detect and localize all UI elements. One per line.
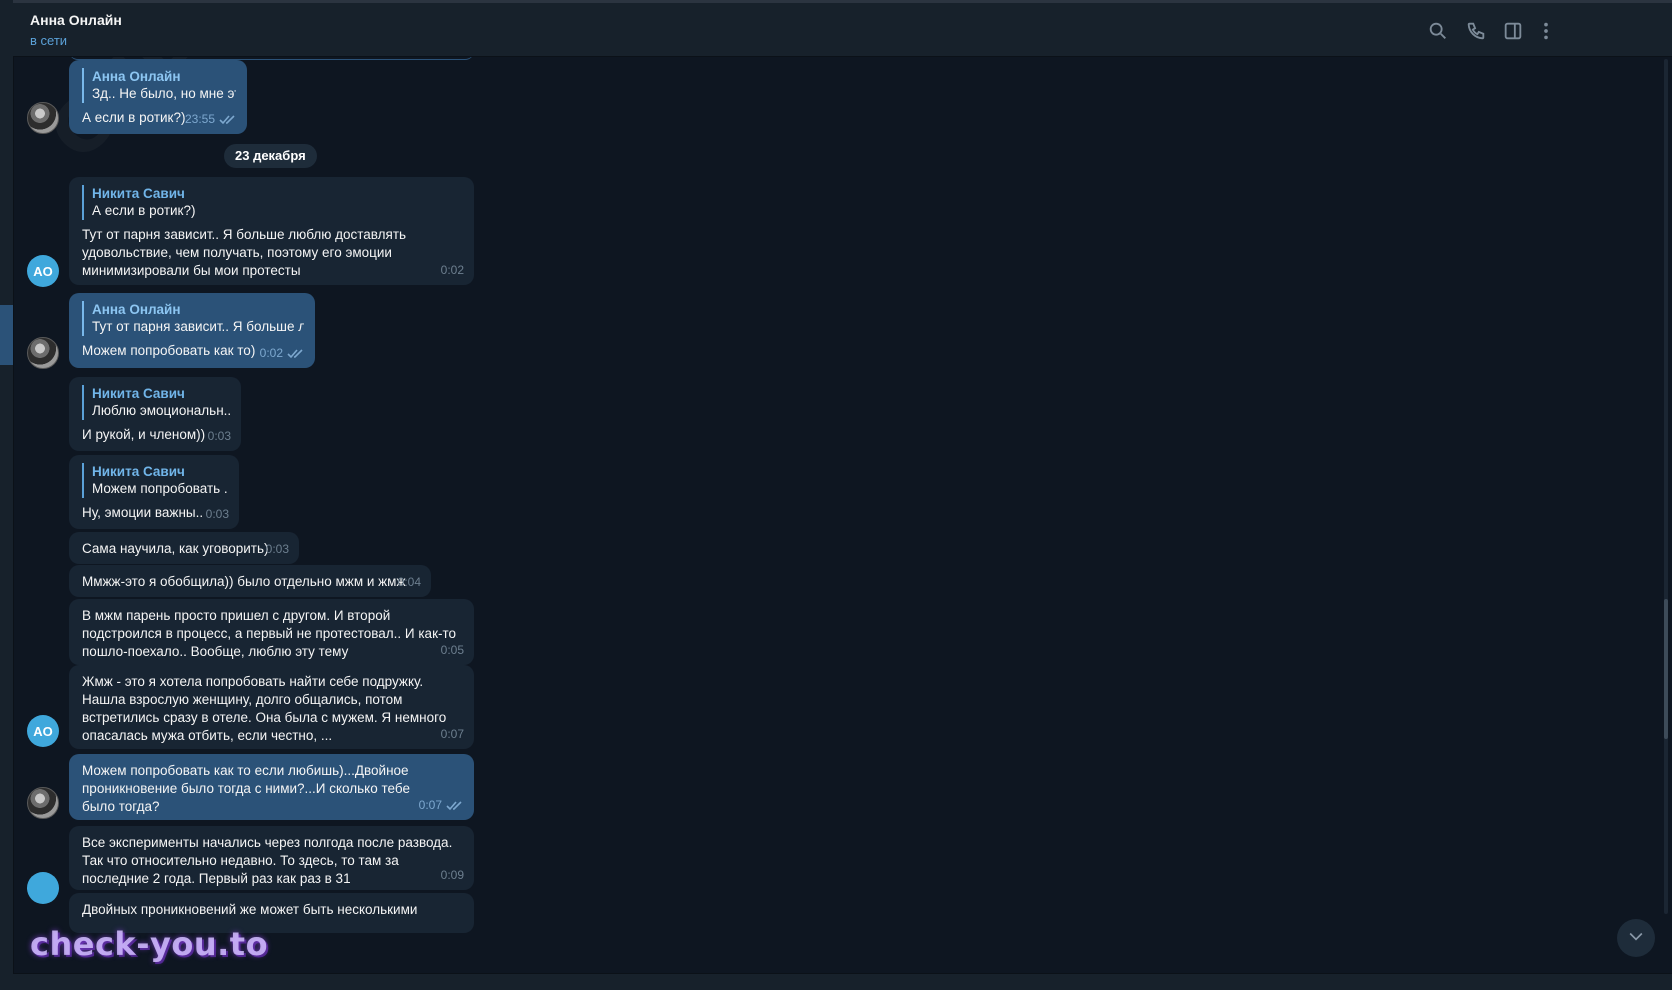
phone-icon[interactable] [1465,20,1487,42]
message-bubble[interactable]: Никита Савич Люблю эмоциональн... И руко… [69,377,241,451]
message-time: 0:03 [205,507,229,521]
message-bubble[interactable]: В мжм парень просто пришел с другом. И в… [69,599,474,665]
message-bubble[interactable]: Никита Савич А если в ротик?) Тут от пар… [69,177,474,285]
message-time: 0:04 [397,575,421,589]
reply-quote[interactable]: Анна Онлайн Зд.. Не было, но мне эт... [82,68,236,103]
chat-list-edge[interactable] [0,0,14,990]
message-bubble[interactable]: Анна Онлайн Зд.. Не было, но мне эт... А… [69,60,247,134]
reply-text: Зд.. Не было, но мне эт... [92,86,236,101]
message-time: 0:05 [440,643,464,657]
message-bubble[interactable]: Жмж - это я хотела попробовать найти себ… [69,665,474,749]
message-time: 23:55 [184,112,215,126]
reply-quote[interactable]: Анна Онлайн Тут от парня зависит.. Я бол… [82,301,304,336]
double-check-icon [219,114,237,125]
double-check-icon [287,348,305,359]
chat-window: Анна Онлайн в сети CHECK-YOU.ME Анна Онл… [0,0,1672,990]
double-check-icon [446,800,464,811]
message-bubble[interactable]: Ммжж-это я обобщила)) было отдельно мжм … [69,565,431,597]
scrollbar-thumb[interactable] [1664,599,1668,739]
chevron-down-icon [1626,926,1646,951]
chat-header: Анна Онлайн в сети [13,0,1672,57]
message-bubble[interactable]: Все эксперименты начались через полгода … [69,826,474,890]
message-text: Все эксперименты начались через полгода … [82,835,457,886]
message-time: 0:03 [265,542,289,556]
message-text: Двойных проникновений же может быть неск… [82,902,418,917]
message-text: В мжм парень просто пришел с другом. И в… [82,608,460,659]
message-text: Жмж - это я хотела попробовать найти себ… [82,674,451,743]
message-input-bar[interactable] [13,973,1672,990]
message-bubble[interactable]: Никита Савич Можем попробовать ... Ну, э… [69,455,239,529]
message-bubble[interactable]: Можем попробовать как то если любишь)...… [69,754,474,820]
message-time: 0:02 [440,263,464,277]
reply-author: Анна Онлайн [92,302,181,317]
reply-author: Никита Савич [92,186,185,201]
watermark-logo: check-you.to [30,925,269,963]
search-icon[interactable] [1427,20,1449,42]
reply-text: Люблю эмоциональн... [92,403,230,418]
reply-text: Можем попробовать ... [92,481,228,496]
avatar[interactable] [27,872,59,904]
message-bubble[interactable]: Анна Онлайн Тут от парня зависит.. Я бол… [69,293,315,368]
chat-title[interactable]: Анна Онлайн [30,12,122,28]
message-time: 0:02 [259,346,283,360]
message-list[interactable]: CHECK-YOU.ME Анна Онлайн Зд.. Не было, н… [13,57,1672,974]
chat-status: в сети [30,33,68,48]
active-chat-indicator [0,305,13,365]
sidebar-toggle-icon[interactable] [1502,20,1524,42]
avatar[interactable] [27,787,59,819]
scroll-down-button[interactable] [1617,919,1655,957]
reply-author: Никита Савич [92,386,185,401]
date-separator: 23 декабря [224,144,317,168]
message-text: Сама научила, как уговорить) [82,541,269,556]
message-time: 0:03 [207,429,231,443]
avatar[interactable] [27,337,59,369]
avatar[interactable] [27,102,59,134]
message-time: 0:09 [440,868,464,882]
message-time: 0:07 [440,727,464,741]
message-text: Тут от парня зависит.. Я больше люблю до… [82,227,410,278]
more-icon[interactable] [1535,20,1557,42]
message-bubble[interactable]: Сама научила, как уговорить) 0:03 [69,532,299,564]
reply-text: Тут от парня зависит.. Я больше л... [92,319,304,334]
scrollbar[interactable] [1664,59,1668,914]
avatar[interactable]: AO [27,255,59,287]
reply-text: А если в ротик?) [92,203,196,218]
message-text: Ммжж-это я обобщила)) было отдельно мжм … [82,574,406,589]
reply-author: Анна Онлайн [92,69,181,84]
reply-quote[interactable]: Никита Савич Люблю эмоциональн... [82,385,230,420]
avatar[interactable]: AO [27,715,59,747]
reply-quote[interactable]: Никита Савич А если в ротик?) [82,185,463,220]
reply-author: Никита Савич [92,464,185,479]
reply-quote[interactable]: Никита Савич Можем попробовать ... [82,463,228,498]
message-text: Можем попробовать как то если любишь)...… [82,763,414,814]
message-time: 0:07 [418,798,442,812]
